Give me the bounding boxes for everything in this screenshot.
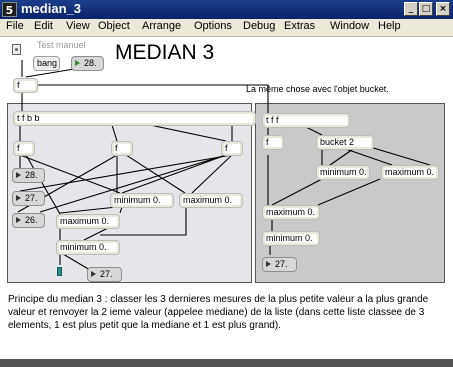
title-bar: 5 median_3 _ □ × <box>0 0 453 19</box>
outlet-port-icon <box>57 267 62 276</box>
float-object-1[interactable]: f <box>13 141 35 156</box>
menu-extras[interactable]: Extras <box>284 20 315 32</box>
number-box-26[interactable]: 26. <box>12 213 45 228</box>
minimize-button[interactable]: _ <box>404 2 418 16</box>
maximum-object-r2[interactable]: maximum 0. <box>262 205 320 220</box>
menu-arrange[interactable]: Arrange <box>142 20 181 32</box>
maximize-button[interactable]: □ <box>419 2 433 16</box>
menu-bar: File Edit View Object Arrange Options De… <box>0 19 453 37</box>
minimum-object-r2[interactable]: minimum 0. <box>262 231 320 246</box>
number-box-28[interactable]: 28. <box>12 168 45 183</box>
toggle-icon[interactable] <box>12 44 21 55</box>
number-box-top[interactable]: 28. <box>71 56 104 71</box>
explanation-comment: Principe du median 3 : classer les 3 der… <box>8 294 429 331</box>
number-box-right-output[interactable]: 27. <box>262 257 297 272</box>
patcher-canvas[interactable]: Test manuel bang 28. MEDIAN 3 f La même … <box>0 37 453 359</box>
float-object-r1[interactable]: f <box>262 135 284 150</box>
float-object-3[interactable]: f <box>221 141 243 156</box>
window-title: median_3 <box>21 1 81 16</box>
menu-edit[interactable]: Edit <box>34 20 53 32</box>
app-icon: 5 <box>2 2 17 17</box>
minimum-object-1[interactable]: minimum 0. <box>110 193 174 208</box>
number-box-27[interactable]: 27. <box>12 191 45 206</box>
minimum-object-r1[interactable]: minimum 0. <box>316 165 370 180</box>
menu-help[interactable]: Help <box>378 20 401 32</box>
status-bar <box>0 359 453 367</box>
menu-window[interactable]: Window <box>330 20 369 32</box>
number-box-output[interactable]: 27. <box>87 267 122 282</box>
minimum-object-2[interactable]: minimum 0. <box>56 240 120 255</box>
menu-debug[interactable]: Debug <box>243 20 275 32</box>
menu-object[interactable]: Object <box>98 20 130 32</box>
menu-file[interactable]: File <box>6 20 24 32</box>
patch-title: MEDIAN 3 <box>115 41 215 64</box>
bucket-object[interactable]: bucket 2 <box>316 135 374 150</box>
trigger-object-tfbb[interactable]: t f b b <box>13 111 256 126</box>
test-label: Test manuel <box>37 40 86 50</box>
close-button[interactable]: × <box>436 2 450 16</box>
float-object-2[interactable]: f <box>111 141 133 156</box>
menu-view[interactable]: View <box>66 20 90 32</box>
maximum-object-r1[interactable]: maximum 0. <box>381 165 439 180</box>
maximum-object-1[interactable]: maximum 0. <box>179 193 243 208</box>
menu-options[interactable]: Options <box>194 20 232 32</box>
float-object-top[interactable]: f <box>13 78 38 93</box>
bang-message[interactable]: bang <box>33 56 60 71</box>
bucket-comment: La même chose avec l'objet bucket. <box>246 84 389 94</box>
maximum-object-2[interactable]: maximum 0. <box>56 214 120 229</box>
trigger-object-tff[interactable]: t f f <box>262 113 350 128</box>
